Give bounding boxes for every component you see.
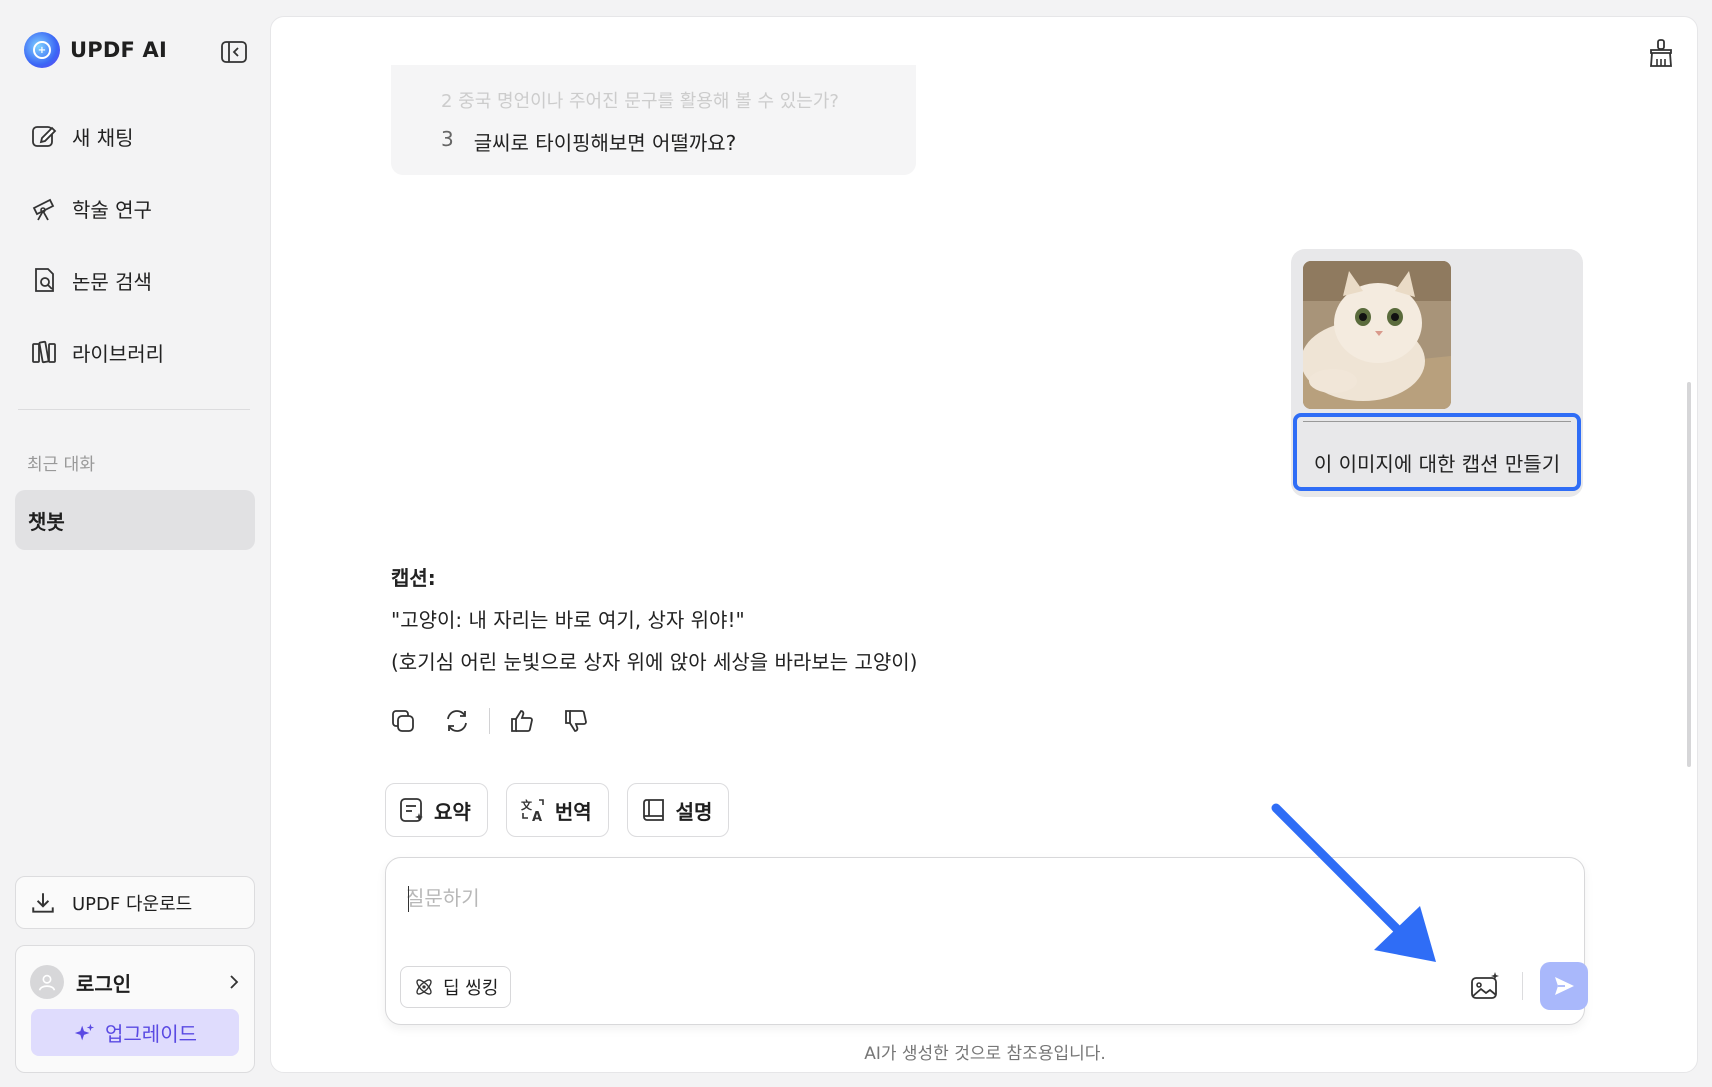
copy-icon[interactable] — [389, 707, 417, 735]
response-title: 캡션: — [391, 566, 436, 590]
response-actions — [389, 707, 590, 735]
chat-composer: 딥 씽킹 — [385, 857, 1588, 1025]
text-caret — [408, 886, 409, 912]
previous-line-faded: 2 중국 명언이나 주어진 문구를 활용해 볼 수 있는가? — [441, 91, 839, 112]
sidebar-toggle-icon — [221, 41, 247, 63]
clear-chat-button[interactable] — [1645, 37, 1677, 69]
sidebar-nav: 새 채팅 학술 연구 논문 검색 라이브러리 — [16, 100, 254, 388]
chevron-right-icon — [230, 975, 239, 989]
sparkle-icon — [74, 1023, 95, 1040]
sidebar: + UPDF AI 새 채팅 학술 연구 논문 검색 라이브러리 최근 대화 챗… — [0, 0, 270, 1087]
summary-icon — [400, 798, 423, 822]
translate-icon: 文A — [521, 798, 544, 824]
actions-separator — [489, 708, 490, 734]
download-updf-button[interactable]: UPDF 다운로드 — [15, 876, 255, 929]
quick-actions: 요약 文A 번역 설명 — [385, 783, 730, 837]
account-card: 로그인 업그레이드 — [15, 945, 255, 1073]
atom-icon — [416, 979, 432, 995]
book-icon — [642, 799, 664, 821]
previous-message-card: 2 중국 명언이나 주어진 문구를 활용해 볼 수 있는가? 3 글씨로 타이핑… — [391, 65, 916, 175]
previous-line: 3 글씨로 타이핑해보면 어떨까요? — [441, 127, 736, 156]
explain-button[interactable]: 설명 — [626, 783, 730, 837]
broom-icon — [1650, 39, 1672, 67]
recent-chat-item[interactable]: 챗봇 — [15, 490, 255, 550]
question-input[interactable] — [406, 880, 1506, 916]
chip-label: 설명 — [675, 799, 713, 824]
deep-thinking-toggle[interactable]: 딥 씽킹 — [400, 966, 512, 1008]
brand: + UPDF AI — [24, 32, 167, 68]
user-icon — [38, 974, 56, 991]
ai-response: 캡션: "고양이: 내 자리는 바로 여기, 상자 위야!" (호기심 어린 눈… — [391, 557, 917, 683]
sidebar-item-new-chat[interactable]: 새 채팅 — [16, 100, 254, 172]
composer-separator — [1522, 972, 1523, 1000]
list-text: 글씨로 타이핑해보면 어떨까요? — [473, 131, 737, 155]
user-message-text: 이 이미지에 대한 캡션 만들기 — [1293, 413, 1581, 491]
updf-logo-icon: + — [24, 32, 60, 68]
upgrade-button[interactable]: 업그레이드 — [31, 1009, 239, 1056]
chat-panel: 2 중국 명언이나 주어진 문구를 활용해 볼 수 있는가? 3 글씨로 타이핑… — [270, 16, 1698, 1073]
telescope-icon — [32, 198, 55, 221]
user-message-bubble: 이 이미지에 대한 캡션 만들기 — [1291, 249, 1583, 497]
cat-picture — [1303, 261, 1451, 409]
upload-image-button[interactable] — [1468, 970, 1502, 1004]
attached-cat-image[interactable] — [1303, 261, 1451, 409]
regenerate-icon[interactable] — [443, 707, 471, 735]
svg-text:A: A — [532, 810, 542, 824]
sidebar-item-label: 논문 검색 — [72, 269, 152, 294]
sidebar-item-academic-research[interactable]: 학술 연구 — [16, 172, 254, 244]
thumbs-down-icon[interactable] — [562, 707, 590, 735]
sidebar-item-label: 라이브러리 — [72, 341, 164, 366]
chip-label: 번역 — [554, 799, 592, 824]
download-label: UPDF 다운로드 — [72, 893, 193, 915]
sidebar-item-label: 학술 연구 — [72, 197, 152, 222]
recent-chats-label: 최근 대화 — [27, 455, 95, 475]
document-search-icon — [35, 268, 54, 292]
sidebar-item-library[interactable]: 라이브러리 — [16, 316, 254, 388]
list-number: 3 — [441, 127, 454, 151]
thumbs-up-icon[interactable] — [508, 707, 536, 735]
upgrade-label: 업그레이드 — [105, 1022, 197, 1046]
chat-scrollbar[interactable] — [1687, 382, 1691, 767]
sidebar-item-label: 새 채팅 — [72, 125, 134, 150]
sidebar-divider — [18, 409, 250, 410]
image-sparkle-icon — [1471, 972, 1499, 999]
avatar — [30, 965, 64, 999]
send-icon — [1555, 977, 1574, 995]
sidebar-item-paper-search[interactable]: 논문 검색 — [16, 244, 254, 316]
brand-name: UPDF AI — [70, 38, 167, 62]
chip-label: 요약 — [434, 799, 471, 824]
login-label: 로그인 — [76, 971, 132, 996]
library-icon — [32, 340, 56, 364]
summary-button[interactable]: 요약 — [385, 783, 488, 837]
response-line: "고양이: 내 자리는 바로 여기, 상자 위야!" — [391, 608, 745, 632]
collapse-sidebar-button[interactable] — [220, 40, 248, 64]
ai-disclaimer: AI가 생성한 것으로 참조용입니다. — [864, 1044, 1106, 1064]
login-button[interactable]: 로그인 — [30, 962, 242, 1002]
deep-thinking-label: 딥 씽킹 — [443, 978, 499, 999]
download-icon — [32, 892, 54, 913]
edit-icon — [32, 126, 57, 147]
send-button[interactable] — [1540, 962, 1588, 1010]
translate-button[interactable]: 文A 번역 — [505, 783, 609, 837]
response-line: (호기심 어린 눈빛으로 상자 위에 앉아 세상을 바라보는 고양이) — [391, 650, 918, 674]
